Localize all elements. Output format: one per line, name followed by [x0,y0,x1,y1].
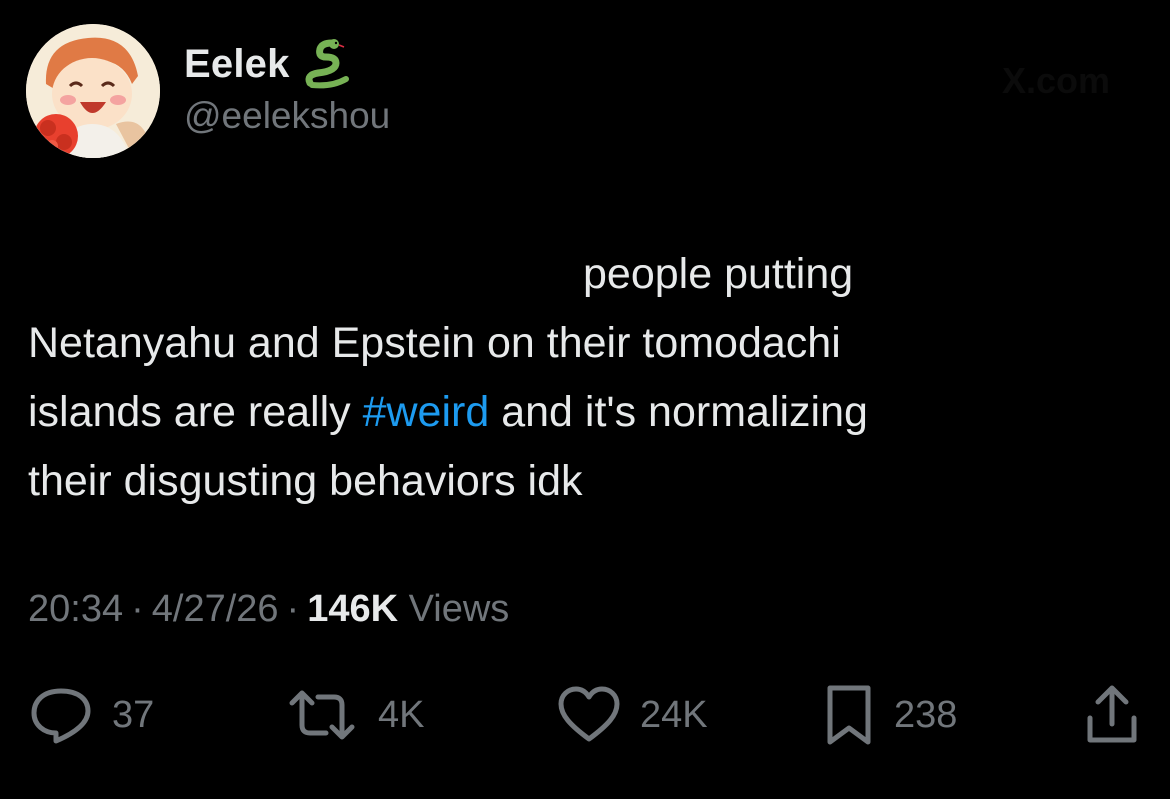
separator-dot: · [131,588,144,630]
bookmark-icon [822,684,876,746]
separator-dot: · [286,588,300,630]
retweet-count: 4K [378,693,425,736]
watermark: X.com [1001,60,1110,101]
tweet-text: people putting Netanyahu and Epstein on … [28,240,1138,516]
like-button[interactable]: 24K [556,680,708,750]
tweet-text-segment: and it's normalizing [489,388,868,436]
retweet-button[interactable]: 4K [284,680,424,750]
display-name-row: Eelek [184,38,356,90]
tweet-line: islands are really #weird and it's norma… [28,378,1138,447]
share-button[interactable] [1082,680,1142,750]
reply-icon [28,685,94,745]
action-bar: 37 4K 24K 238 [0,680,1170,750]
share-icon [1082,684,1142,746]
like-count: 24K [640,693,708,736]
display-name[interactable]: Eelek [184,42,290,87]
snake-emoji-icon [302,39,356,89]
hashtag-link[interactable]: #weird [363,388,490,436]
tweet-date[interactable]: 4/27/26 [152,588,279,630]
heart-icon [556,685,622,745]
tweet-time[interactable]: 20:34 [28,588,123,630]
views-count[interactable]: 146K [307,588,398,630]
reply-button[interactable]: 37 [28,680,154,750]
tweet-meta: 20:34 · 4/27/26 · 146K Views [28,588,509,631]
retweet-icon [284,685,360,745]
bookmark-count: 238 [894,693,958,736]
reply-count: 37 [112,693,155,736]
tweet-line: people putting [583,250,854,298]
tweet-text-segment: islands are really [28,388,363,436]
bookmark-button[interactable]: 238 [822,680,957,750]
tweet-line: their disgusting behaviors idk [28,457,583,505]
tweet-line: Netanyahu and Epstein on their tomodachi [28,319,841,367]
views-label: Views [408,588,510,630]
tweet: Eelek @eelekshou X.com people putting Ne… [0,0,1170,799]
handle[interactable]: @eelekshou [184,95,390,137]
avatar-image [26,24,160,158]
avatar[interactable] [26,24,160,158]
